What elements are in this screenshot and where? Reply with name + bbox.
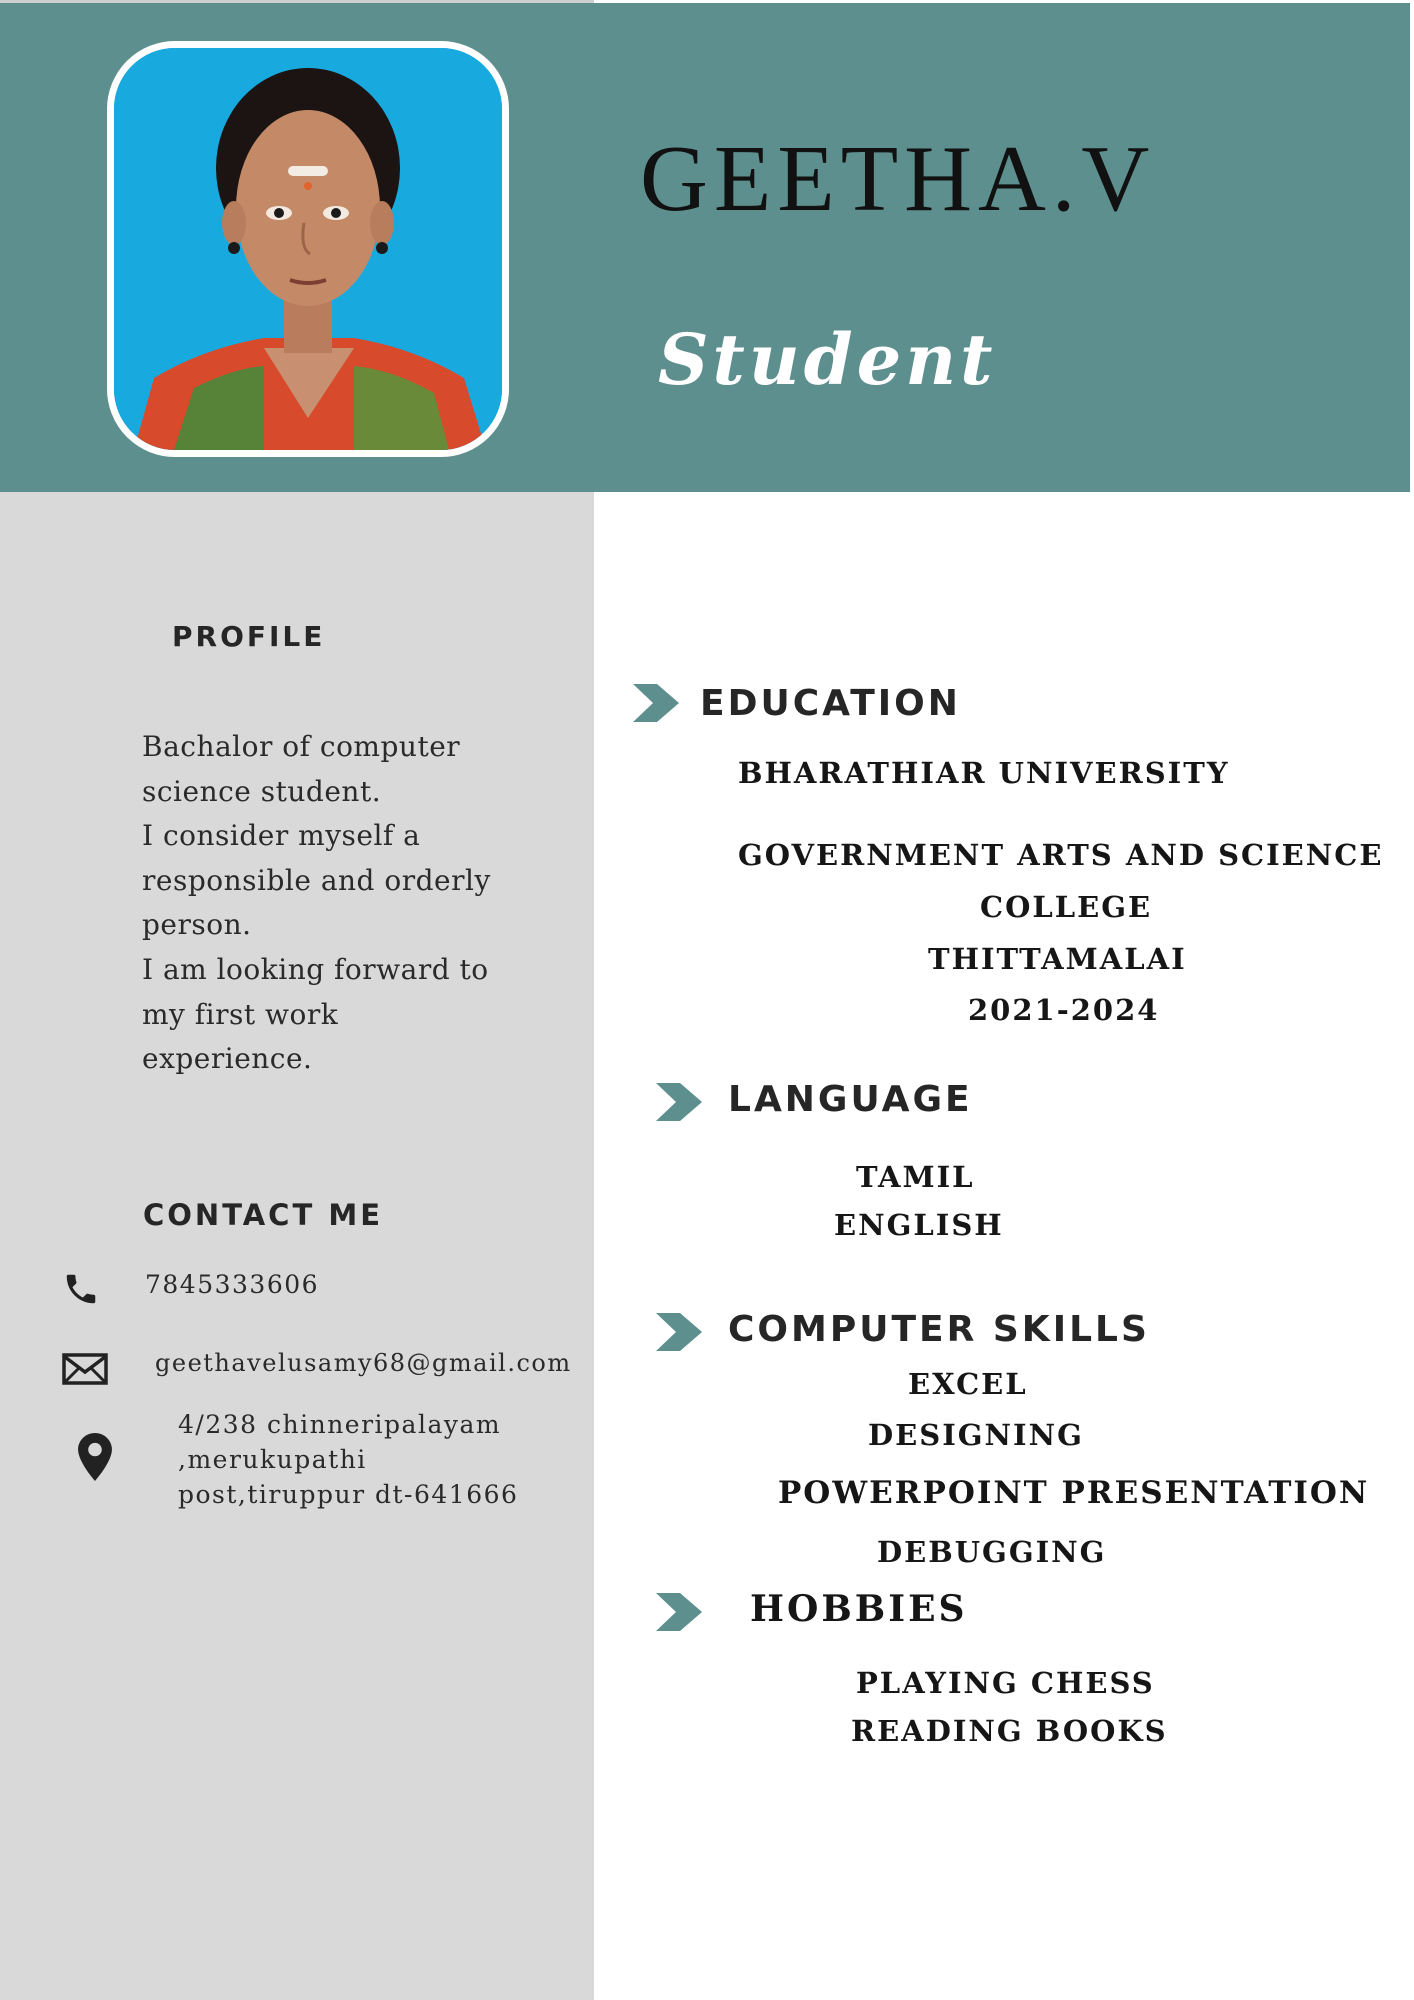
profile-line: experience. xyxy=(142,1042,313,1076)
candidate-name: GEETHA.V xyxy=(640,127,1156,231)
chevron-right-icon xyxy=(656,1083,702,1121)
skill-item: EXCEL xyxy=(908,1367,1028,1401)
education-college-line: GOVERNMENT ARTS AND SCIENCE xyxy=(738,838,1384,872)
education-years: 2021-2024 xyxy=(968,993,1160,1027)
sidebar-panel xyxy=(0,492,594,2000)
phone-icon xyxy=(66,1274,96,1304)
address-line: ,merukupathi xyxy=(178,1445,367,1474)
education-university: BHARATHIAR UNIVERSITY xyxy=(738,756,1230,790)
profile-line: my first work xyxy=(142,997,339,1031)
chevron-right-icon xyxy=(633,684,679,722)
portrait-image xyxy=(114,48,502,450)
skill-item: POWERPOINT PRESENTATION xyxy=(778,1475,1370,1511)
profile-summary: Bachalor of computer science student. I … xyxy=(142,725,562,1082)
chevron-right-icon xyxy=(656,1593,702,1631)
address-line: 4/238 chinneripalayam xyxy=(178,1410,502,1439)
profile-line: responsible and orderly xyxy=(142,863,491,897)
postal-address: 4/238 chinneripalayam ,merukupathi post,… xyxy=(178,1407,518,1512)
address-line: post,tiruppur dt-641666 xyxy=(178,1480,519,1509)
language-heading: LANGUAGE xyxy=(728,1079,973,1120)
profile-line: science student. xyxy=(142,774,382,808)
chevron-right-icon xyxy=(656,1313,702,1351)
profile-line: Bachalor of computer xyxy=(142,730,461,763)
profile-photo xyxy=(107,41,509,457)
hobbies-heading: HOBBIES xyxy=(750,1588,968,1630)
location-pin-icon xyxy=(78,1433,112,1481)
skill-item: DEBUGGING xyxy=(877,1535,1107,1569)
profile-line: I am looking forward to xyxy=(142,952,489,986)
contact-heading: CONTACT ME xyxy=(143,1198,384,1232)
phone-number[interactable]: 7845333606 xyxy=(145,1270,319,1299)
language-item: TAMIL xyxy=(856,1160,975,1194)
computer-skills-heading: COMPUTER SKILLS xyxy=(728,1309,1150,1350)
profile-line: I consider myself a xyxy=(142,819,421,853)
education-college-line: COLLEGE xyxy=(980,890,1153,924)
education-college-line: THITTAMALAI xyxy=(928,942,1187,976)
profile-heading: PROFILE xyxy=(172,620,326,653)
candidate-role: Student xyxy=(658,318,997,401)
education-heading: EDUCATION xyxy=(700,683,961,724)
skill-item: DESIGNING xyxy=(868,1418,1084,1452)
mail-icon xyxy=(62,1353,108,1385)
email-address[interactable]: geethavelusamy68@gmail.com xyxy=(155,1349,572,1377)
profile-line: person. xyxy=(142,908,252,942)
hobby-item: PLAYING CHESS xyxy=(856,1666,1155,1700)
hobby-item: READING BOOKS xyxy=(851,1714,1168,1748)
language-item: ENGLISH xyxy=(834,1208,1004,1242)
